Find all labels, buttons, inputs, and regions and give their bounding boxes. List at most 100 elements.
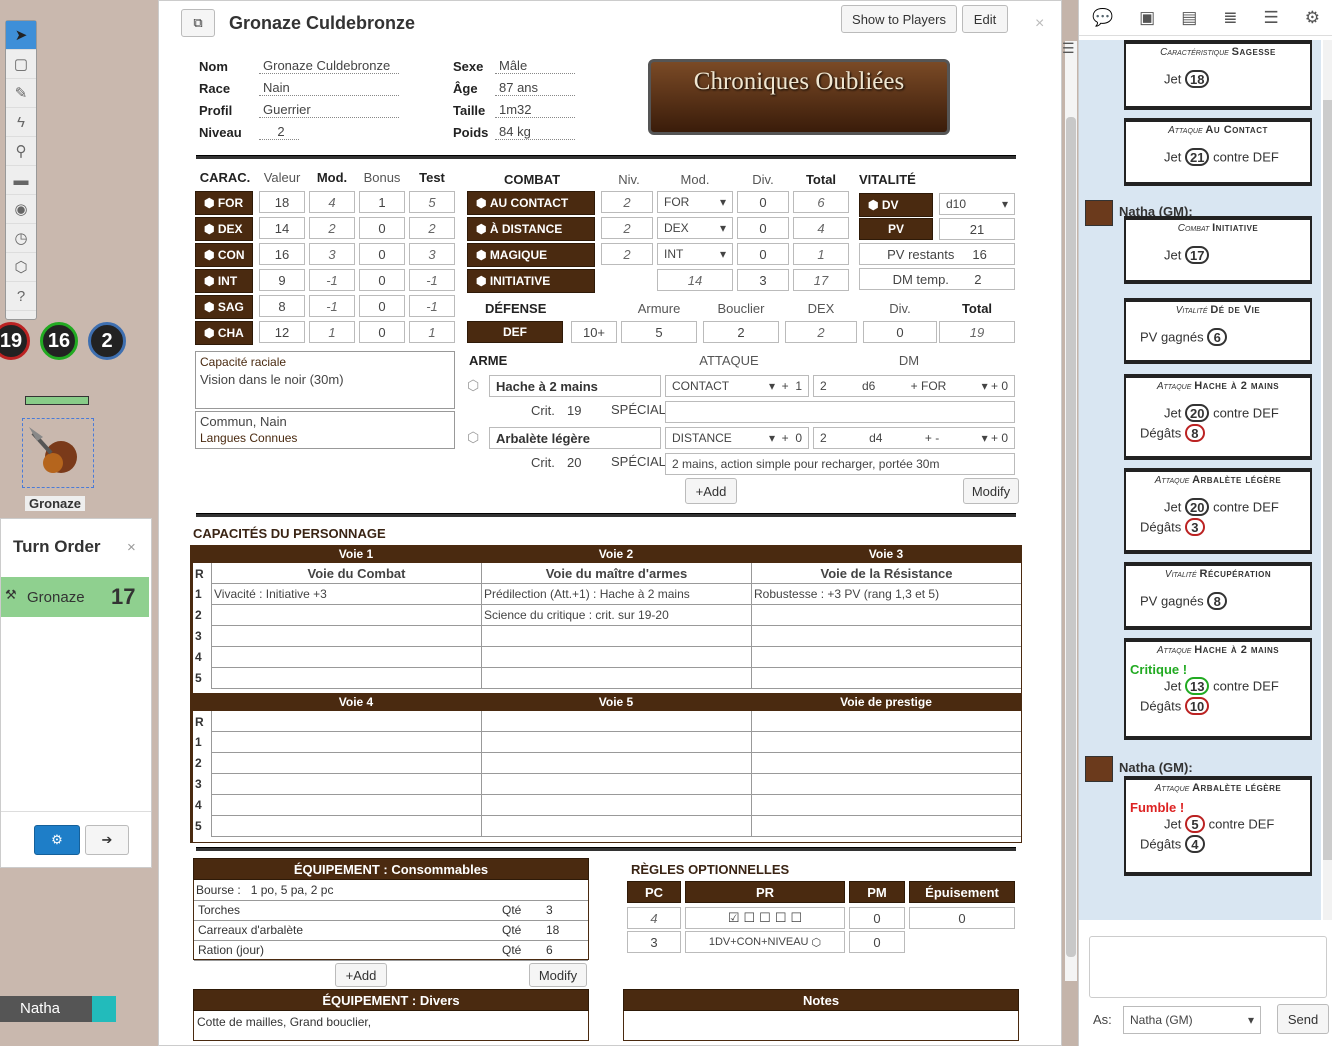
racial-textarea[interactable]: Capacité raciale Vision dans le noir (30… [195, 351, 455, 409]
turn-order-entry[interactable]: ⚒ Gronaze 17 [1, 577, 149, 617]
checkbox[interactable]: ☐ [744, 910, 756, 926]
pv-restants-box[interactable]: PV restants 16 [859, 243, 1015, 265]
modify-weapon-button[interactable]: Modify [963, 478, 1019, 504]
field-age[interactable]: 87 ans [495, 80, 575, 96]
capacite-cell[interactable] [481, 753, 751, 774]
capacite-cell[interactable] [211, 795, 501, 816]
show-to-players-button[interactable]: Show to Players [841, 5, 957, 33]
dice-icon[interactable]: ⬡ [6, 253, 36, 282]
capacite-cell[interactable] [481, 774, 751, 795]
chat-input[interactable] [1089, 936, 1327, 998]
carac-label-cha[interactable]: ⬢ CHA [195, 321, 253, 345]
capacite-cell[interactable] [481, 732, 751, 753]
roll-result[interactable]: 8 [1207, 592, 1228, 610]
roll-result[interactable]: 21 [1184, 148, 1210, 166]
token-bar-green[interactable]: 16 [40, 322, 78, 360]
field-niveau[interactable]: 2 [259, 124, 299, 140]
roll-result[interactable]: 18 [1184, 70, 1210, 88]
add-weapon-button[interactable]: +Add [685, 478, 737, 504]
checkbox[interactable]: ☐ [759, 910, 771, 926]
token-gronaze[interactable] [22, 418, 94, 488]
roll-result[interactable]: 3 [1184, 518, 1205, 536]
checkbox[interactable]: ☐ [775, 910, 787, 926]
capacite-cell[interactable]: Prédilection (Att.+1) : Hache à 2 mains [481, 584, 751, 605]
weapon-name[interactable]: Hache à 2 mains [489, 375, 661, 397]
token-bar-red[interactable]: 19 [0, 322, 30, 360]
capacite-cell[interactable] [751, 774, 1021, 795]
scrollbar[interactable] [1065, 41, 1077, 981]
pc-value-2[interactable]: 3 [627, 931, 681, 953]
roll-result[interactable]: 4 [1184, 835, 1205, 853]
capacite-cell[interactable] [211, 668, 501, 689]
carac-cell-1[interactable]: 12 [259, 321, 305, 343]
crit-value[interactable]: 20 [567, 455, 581, 470]
capacite-cell[interactable] [211, 647, 501, 668]
capacite-cell[interactable] [751, 668, 1021, 689]
crit-value[interactable]: 19 [567, 403, 581, 418]
capacite-cell[interactable] [211, 753, 501, 774]
chat-tab-icon[interactable]: 💬 [1092, 8, 1113, 28]
voie-name[interactable]: Voie du Combat [211, 563, 501, 584]
eye-icon[interactable]: ◉ [6, 195, 36, 224]
capacite-cell[interactable] [211, 732, 501, 753]
voie-name[interactable]: Voie du maître d'armes [481, 563, 751, 584]
capacite-cell[interactable] [211, 816, 501, 837]
close-icon[interactable]: × [127, 539, 136, 556]
dice-icon[interactable]: ⬡ [812, 936, 822, 949]
pm-value[interactable]: 0 [849, 907, 905, 929]
combat-label[interactable]: ⬢ À DISTANCE [467, 217, 595, 241]
carac-label-for[interactable]: ⬢ FOR [195, 191, 253, 215]
carac-cell-1[interactable]: 18 [259, 191, 305, 213]
roll-result[interactable]: 8 [1184, 424, 1205, 442]
initiative-div[interactable]: 3 [737, 269, 789, 291]
combat-mod-select[interactable]: DEX ▾ [657, 217, 733, 239]
carac-label-con[interactable]: ⬢ CON [195, 243, 253, 267]
dm-temp-box[interactable]: DM temp. 2 [859, 268, 1015, 290]
close-icon[interactable]: × [1035, 15, 1044, 33]
field-race[interactable]: Nain [259, 80, 399, 96]
capacite-cell[interactable]: Vivacité : Initiative +3 [211, 584, 501, 605]
def-bouclier[interactable]: 2 [703, 321, 779, 343]
voie-name[interactable] [211, 711, 501, 732]
voie-name[interactable]: Voie de la Résistance [751, 563, 1021, 584]
capacite-cell[interactable] [751, 647, 1021, 668]
capacite-cell[interactable] [751, 753, 1021, 774]
pr-checkboxes[interactable]: ☑ ☐ ☐ ☐ ☐ [685, 907, 845, 929]
capacite-cell[interactable] [481, 816, 751, 837]
field-poids[interactable]: 84 kg [495, 124, 575, 140]
pv-value[interactable]: 21 [939, 218, 1015, 240]
combat-mod-select[interactable]: INT ▾ [657, 243, 733, 265]
settings-tab-icon[interactable]: ⚙ [1305, 8, 1320, 28]
carac-cell-1[interactable]: 14 [259, 217, 305, 239]
carac-label-dex[interactable]: ⬢ DEX [195, 217, 253, 241]
special-value[interactable] [665, 401, 1015, 423]
def-div[interactable]: 0 [863, 321, 937, 343]
roll-result[interactable]: 6 [1207, 328, 1228, 346]
capacite-cell[interactable]: Science du critique : crit. sur 19-20 [481, 605, 751, 626]
vtt-canvas[interactable]: ➤ ▢ ✎ ϟ ⚲ ▬ ◉ ◷ ⬡ ? 19 16 2 Gronaze Turn… [0, 0, 158, 1046]
equip-row[interactable]: Carreaux d'arbalète Qté 18 [194, 921, 588, 941]
capacite-cell[interactable]: Robustesse : +3 PV (rang 1,3 et 5) [751, 584, 1021, 605]
layers-icon[interactable]: ▢ [6, 50, 36, 79]
field-taille[interactable]: 1m32 [495, 102, 575, 118]
turn-settings-button[interactable]: ⚙ [34, 825, 80, 855]
send-button[interactable]: Send [1277, 1004, 1329, 1034]
notes-textarea[interactable] [623, 1011, 1019, 1041]
popout-button[interactable]: ⧉ [181, 9, 215, 37]
pm-value-2[interactable]: 0 [849, 931, 905, 953]
weapon-name[interactable]: Arbalète légère [489, 427, 661, 449]
weapon-attack[interactable]: CONTACT ▾ + 1 [665, 375, 809, 397]
field-profil[interactable]: Guerrier [259, 102, 399, 118]
art-tab-icon[interactable]: ▣ [1139, 8, 1155, 28]
combat-div[interactable]: 0 [737, 243, 789, 265]
capacite-cell[interactable] [211, 774, 501, 795]
voie-name[interactable] [481, 711, 751, 732]
roll-result[interactable]: 17 [1184, 246, 1210, 264]
equip-row[interactable]: Ration (jour) Qté 6 [194, 941, 588, 961]
add-equip-button[interactable]: +Add [335, 963, 387, 987]
zoom-icon[interactable]: ⚲ [6, 137, 36, 166]
combat-label[interactable]: ⬢ AU CONTACT [467, 191, 595, 215]
checkbox[interactable]: ☐ [790, 910, 802, 926]
carac-label-int[interactable]: ⬢ INT [195, 269, 253, 293]
carac-label-sag[interactable]: ⬢ SAG [195, 295, 253, 319]
